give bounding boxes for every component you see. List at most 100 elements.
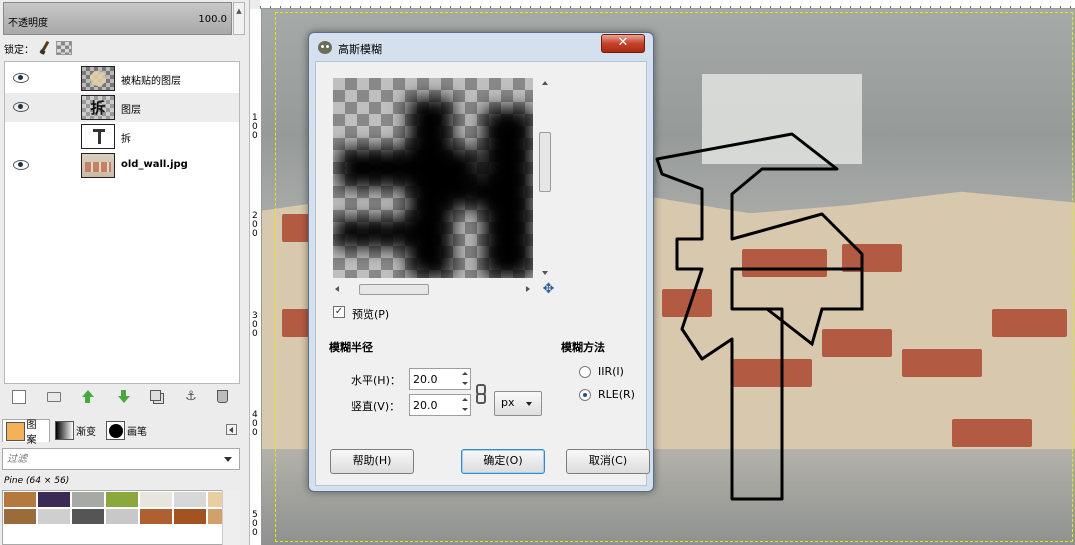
tab-label: 图案 bbox=[26, 420, 37, 446]
tab-label: 渐变 bbox=[76, 427, 96, 438]
delete-layer-icon[interactable] bbox=[217, 390, 228, 403]
tab-patterns[interactable]: 图案 bbox=[2, 419, 50, 446]
blur-preview[interactable] bbox=[333, 78, 533, 278]
opacity-slider[interactable]: 不透明度 100.0 bbox=[3, 2, 232, 35]
layer-thumbnail bbox=[81, 66, 115, 91]
pattern-swatch[interactable] bbox=[173, 491, 207, 508]
preview-horizontal-scrollbar[interactable] bbox=[333, 282, 533, 296]
rle-label: RLE(R) bbox=[598, 388, 635, 401]
pattern-caption: Pine (64 × 56) bbox=[4, 476, 70, 486]
pattern-scrollbar[interactable] bbox=[222, 490, 240, 545]
lock-pixels-icon[interactable] bbox=[38, 41, 52, 55]
pattern-swatch[interactable] bbox=[71, 508, 105, 525]
dock-scrollbar[interactable]: ▲ bbox=[233, 2, 245, 35]
eye-icon[interactable] bbox=[13, 102, 29, 112]
lock-label: 锁定： bbox=[4, 44, 34, 56]
chevron-down-icon[interactable] bbox=[224, 457, 232, 462]
layer-toolbar: ⚓ bbox=[4, 388, 240, 406]
iir-radio[interactable] bbox=[579, 366, 591, 378]
lower-layer-icon[interactable] bbox=[117, 390, 131, 404]
dialog-title: 高斯模糊 bbox=[338, 43, 382, 56]
spin-down-icon[interactable] bbox=[462, 382, 468, 385]
layer-row[interactable]: 被粘贴的图层 bbox=[5, 64, 239, 93]
new-layer-icon[interactable] bbox=[12, 390, 26, 404]
navigate-icon[interactable]: ✥ bbox=[542, 282, 555, 296]
layer-name: 图层 bbox=[121, 105, 141, 116]
pattern-swatch[interactable] bbox=[3, 508, 37, 525]
pattern-swatch[interactable] bbox=[37, 508, 71, 525]
iir-label: IIR(I) bbox=[598, 365, 624, 378]
pattern-swatch[interactable] bbox=[139, 491, 173, 508]
layer-row[interactable]: 拆 bbox=[5, 122, 239, 151]
close-button[interactable]: ✕ bbox=[601, 34, 645, 53]
layers-dock: 不透明度 100.0 ▲ 锁定： 被粘贴的图层 拆 图层 拆 old_wall.… bbox=[0, 0, 250, 545]
tab-menu-icon[interactable] bbox=[226, 424, 237, 435]
preview-glyph bbox=[333, 98, 533, 278]
ruler-label: 200 bbox=[252, 211, 258, 239]
preview-checkbox[interactable]: ✓ bbox=[333, 306, 345, 318]
gaussian-blur-dialog: 高斯模糊 ✕ ✥ ✓ 预览(P) 模糊半径 模糊方法 水平(H)： 20.0 竖… bbox=[308, 32, 654, 492]
blur-method-heading: 模糊方法 bbox=[561, 341, 605, 354]
text-layer-thumbnail bbox=[81, 124, 115, 149]
lock-alpha-icon[interactable] bbox=[56, 41, 72, 55]
pattern-swatch[interactable] bbox=[105, 508, 139, 525]
scroll-down-icon[interactable] bbox=[542, 271, 548, 275]
resource-tabs: 图案 渐变 画笔 bbox=[0, 418, 245, 446]
eye-icon[interactable] bbox=[13, 160, 29, 170]
ruler-label: 400 bbox=[252, 410, 258, 438]
tab-brushes[interactable]: 画笔 bbox=[103, 419, 153, 442]
horizontal-stepper[interactable] bbox=[460, 369, 470, 389]
pattern-swatch[interactable] bbox=[139, 508, 173, 525]
layer-name: old_wall.jpg bbox=[121, 159, 188, 170]
spin-up-icon[interactable] bbox=[462, 398, 468, 401]
horizontal-label: 水平(H)： bbox=[351, 374, 401, 387]
pattern-swatch[interactable] bbox=[3, 491, 37, 508]
eye-icon[interactable] bbox=[13, 73, 29, 83]
scroll-thumb[interactable] bbox=[359, 284, 429, 295]
scroll-right-icon[interactable] bbox=[526, 286, 530, 292]
blur-radius-heading: 模糊半径 bbox=[329, 341, 373, 354]
vertical-label: 竖直(V)： bbox=[351, 400, 401, 413]
new-group-icon[interactable] bbox=[47, 392, 61, 402]
layers-list: 被粘贴的图层 拆 图层 拆 old_wall.jpg bbox=[4, 61, 240, 384]
anchor-icon[interactable]: ⚓ bbox=[184, 390, 198, 404]
dialog-titlebar[interactable]: 高斯模糊 ✕ bbox=[309, 33, 653, 61]
scroll-up-icon[interactable] bbox=[542, 81, 548, 85]
preview-vertical-scrollbar[interactable] bbox=[538, 78, 552, 278]
vertical-stepper[interactable] bbox=[460, 395, 470, 415]
layer-thumbnail: 拆 bbox=[81, 95, 115, 120]
pattern-icon bbox=[6, 421, 25, 441]
lock-row: 锁定： bbox=[4, 40, 72, 56]
scroll-left-icon[interactable] bbox=[335, 286, 339, 292]
pattern-swatch[interactable] bbox=[71, 491, 105, 508]
spin-down-icon[interactable] bbox=[462, 408, 468, 411]
layer-row[interactable]: 拆 图层 bbox=[5, 93, 239, 122]
spin-up-icon[interactable] bbox=[462, 372, 468, 375]
pattern-swatch[interactable] bbox=[37, 491, 71, 508]
preview-label: 预览(P) bbox=[352, 308, 390, 321]
brush-icon bbox=[106, 421, 125, 440]
opacity-label: 不透明度 bbox=[8, 18, 48, 29]
scroll-thumb[interactable] bbox=[539, 132, 551, 192]
ok-button[interactable]: 确定(O) bbox=[461, 449, 545, 474]
pattern-grid bbox=[2, 490, 240, 545]
ruler-label: 100 bbox=[252, 113, 258, 141]
unit-select[interactable]: px bbox=[494, 391, 542, 416]
layer-row[interactable]: old_wall.jpg bbox=[5, 151, 239, 180]
vertical-ruler: 100 200 300 400 500 bbox=[250, 9, 262, 545]
tab-label: 画笔 bbox=[127, 427, 147, 438]
opacity-value: 100.0 bbox=[198, 14, 227, 25]
gimp-logo-icon bbox=[318, 41, 332, 54]
unit-value: px bbox=[501, 396, 515, 409]
pattern-swatch[interactable] bbox=[105, 491, 139, 508]
duplicate-layer-icon[interactable] bbox=[150, 390, 161, 401]
filter-input[interactable] bbox=[2, 448, 240, 470]
pattern-swatch[interactable] bbox=[173, 508, 207, 525]
tab-gradients[interactable]: 渐变 bbox=[52, 419, 102, 442]
ruler-label: 500 bbox=[252, 510, 258, 538]
help-button[interactable]: 帮助(H) bbox=[330, 449, 414, 474]
rle-radio[interactable] bbox=[579, 389, 591, 401]
raise-layer-icon[interactable] bbox=[81, 390, 95, 404]
cancel-button[interactable]: 取消(C) bbox=[566, 449, 650, 474]
chain-link-icon[interactable] bbox=[475, 368, 486, 416]
